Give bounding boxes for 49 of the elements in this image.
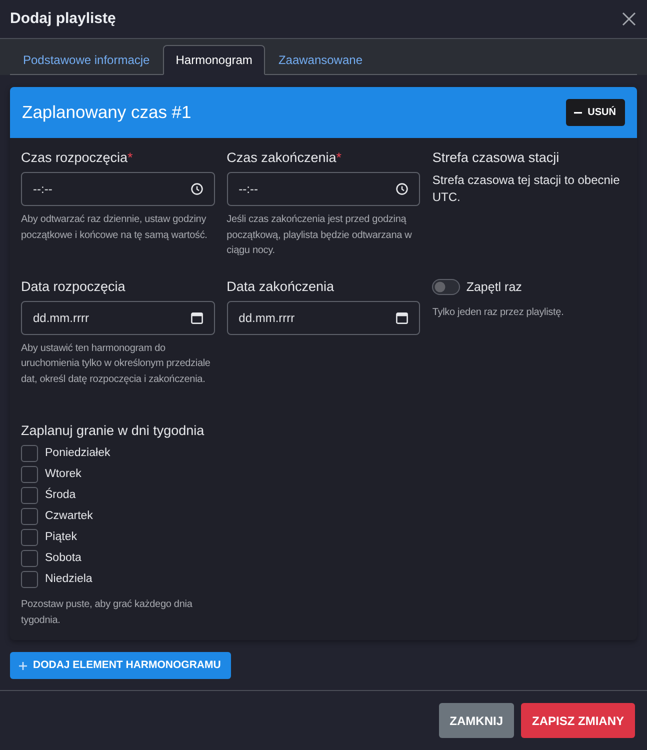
calendar-icon — [190, 312, 203, 324]
day-label: Wtorek — [45, 466, 82, 482]
day-checkbox[interactable] — [21, 466, 38, 483]
help-text: Pozostaw puste, aby grać każdego dnia tygodnia. — [21, 598, 194, 628]
day-label: Sobota — [45, 550, 82, 566]
date-input[interactable]: dd.mm.rrrr — [21, 300, 215, 334]
add-schedule-button[interactable]: DODAJ ELEMENT HARMONOGRAMU — [10, 652, 231, 679]
day-checkbox[interactable] — [21, 550, 38, 567]
calendar-icon — [396, 312, 408, 324]
day-checkbox[interactable] — [21, 571, 38, 588]
close-dialog-button[interactable]: ZAMKNIJ — [438, 703, 514, 738]
day-checkbox[interactable] — [21, 529, 38, 546]
tab[interactable]: Harmonogram — [162, 45, 266, 75]
field-label: Strefa czasowa stacji — [432, 149, 560, 166]
day-label: Poniedziałek — [45, 446, 110, 461]
close-button[interactable] — [622, 12, 636, 26]
day-checkbox[interactable] — [21, 508, 38, 525]
toggle-switch[interactable] — [432, 278, 460, 295]
dialog-title: Dodaj playlistę — [10, 10, 116, 28]
field-label: Data zakończenia — [226, 278, 335, 294]
minus-icon — [574, 112, 582, 114]
tab[interactable]: Podstawowe informacje — [10, 45, 163, 75]
day-checkbox[interactable] — [21, 487, 38, 504]
field-label: Data rozpoczęcia — [21, 278, 126, 294]
toggle-label: Zapętl raz — [466, 278, 522, 296]
schedule-title: Zaplanowany czas #1 — [22, 102, 192, 123]
clock-icon — [396, 183, 408, 195]
field-label: Czas zakończenia* — [226, 149, 342, 166]
timezone-text: Strefa czasowa tej stacji to obecnie UTC. — [432, 172, 621, 206]
date-input[interactable]: dd.mm.rrrr — [226, 300, 420, 334]
field-label: Czas rozpoczęcia* — [21, 149, 134, 166]
time-input[interactable]: --:-- — [21, 172, 215, 206]
time-input[interactable]: --:-- — [226, 172, 420, 206]
day-label: Czwartek — [45, 508, 93, 524]
tab[interactable]: Zaawansowane — [265, 45, 376, 75]
close-icon — [622, 12, 636, 26]
help-text: Aby ustawić ten harmonogram do uruchomienia tylko w określonym przedziale dat, określ datę rozpoczęcia i zakończenia. — [21, 342, 212, 386]
remove-button[interactable]: USUŃ — [566, 99, 625, 126]
help-text: Jeśli czas zakończenia jest przed godziną początkową, playlista będzie odtwarzana w ciągu nocy. — [226, 213, 413, 258]
clock-icon — [190, 183, 203, 195]
day-checkbox[interactable] — [21, 445, 38, 462]
help-text: Aby odtwarzać raz dziennie, ustaw godziny początkowe i końcowe na tę samą wartość. — [21, 213, 208, 242]
day-label: Niedziela — [45, 572, 92, 587]
plus-icon — [19, 662, 27, 670]
day-label: Środa — [45, 486, 76, 503]
help-text: Tylko jeden raz przez playlistę. — [432, 306, 565, 320]
save-button[interactable]: ZAPISZ ZMIANY — [521, 703, 635, 738]
day-label: Piątek — [45, 530, 77, 545]
section-label: Zaplanuj granie w dni tygodnia — [21, 422, 204, 439]
